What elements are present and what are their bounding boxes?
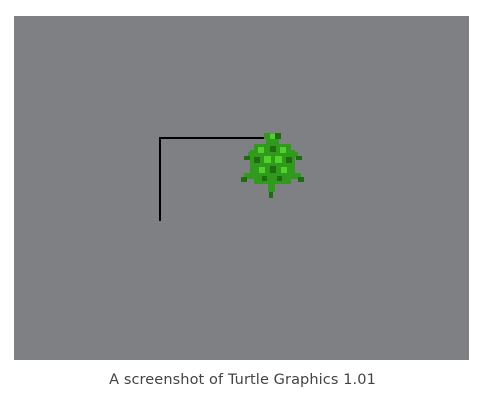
canvas-svg xyxy=(159,133,304,221)
turtle-icon xyxy=(241,133,304,198)
drawing-canvas[interactable] xyxy=(14,16,469,360)
page: A screenshot of Turtle Graphics 1.01 xyxy=(0,0,485,405)
caption: A screenshot of Turtle Graphics 1.01 xyxy=(109,372,376,388)
